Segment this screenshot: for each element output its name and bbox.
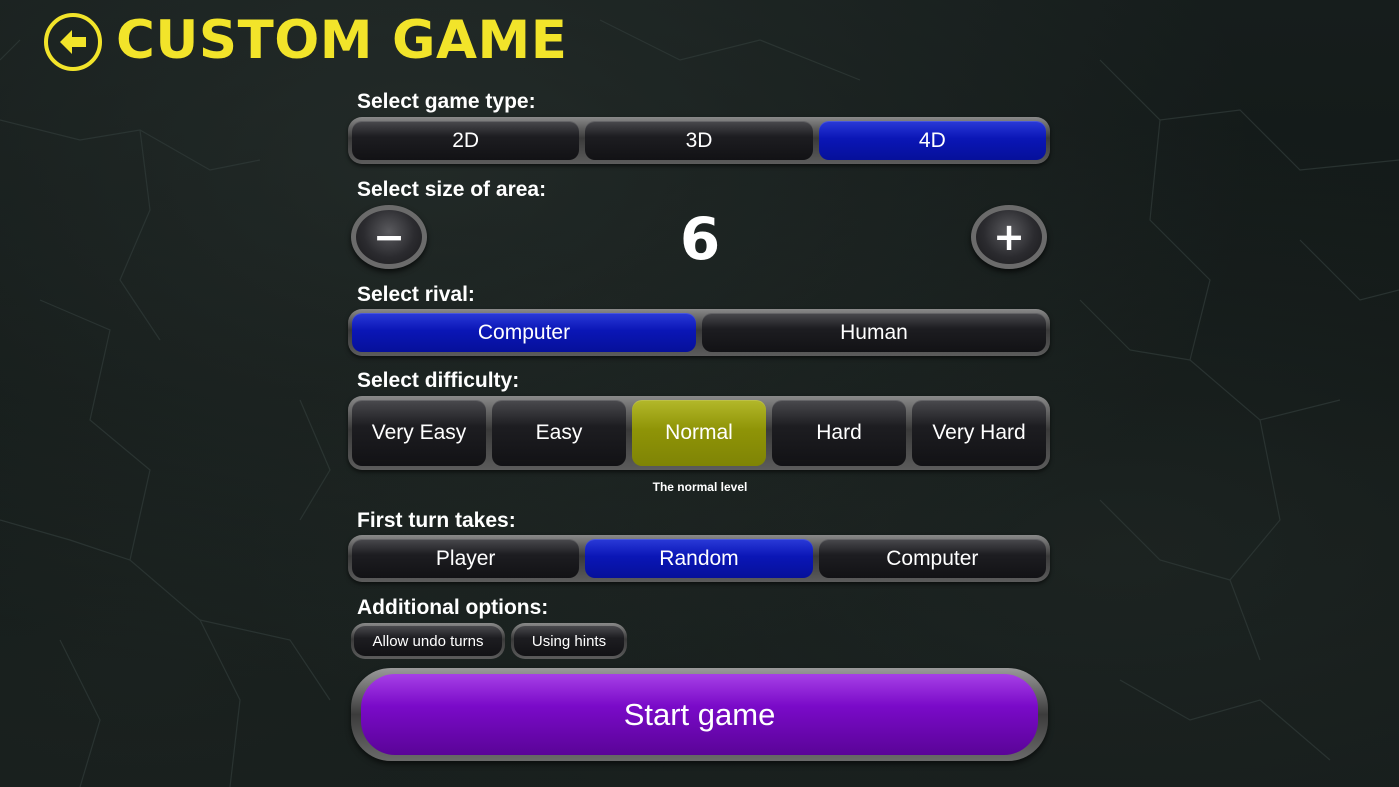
difficulty-hard-button[interactable]: Hard xyxy=(772,400,906,466)
first-turn-label: First turn takes: xyxy=(357,509,516,532)
difficulty-selector: Very Easy Easy Normal Hard Very Hard xyxy=(348,396,1050,470)
decrease-size-button[interactable]: − xyxy=(351,205,427,269)
plus-icon: + xyxy=(993,215,1025,259)
game-type-3d-button[interactable]: 3D xyxy=(585,121,813,160)
start-game-button[interactable]: Start game xyxy=(361,674,1038,755)
using-hints-label: Using hints xyxy=(514,626,624,656)
rival-computer-button[interactable]: Computer xyxy=(352,313,696,352)
allow-undo-label: Allow undo turns xyxy=(354,626,502,656)
game-type-4d-button[interactable]: 4D xyxy=(818,121,1046,160)
difficulty-normal-button[interactable]: Normal xyxy=(632,400,766,466)
area-size-label: Select size of area: xyxy=(357,178,547,201)
minus-icon: − xyxy=(373,215,405,259)
game-type-selector: 2D 3D 4D xyxy=(348,117,1050,164)
difficulty-very-hard-button[interactable]: Very Hard xyxy=(912,400,1046,466)
difficulty-hint: The normal level xyxy=(652,480,748,494)
game-type-2d-button[interactable]: 2D xyxy=(352,121,580,160)
difficulty-label: Select difficulty: xyxy=(357,369,520,392)
difficulty-easy-button[interactable]: Easy xyxy=(492,400,626,466)
first-turn-player-button[interactable]: Player xyxy=(352,539,580,578)
rival-label: Select rival: xyxy=(357,283,475,306)
first-turn-random-button[interactable]: Random xyxy=(585,539,813,578)
game-type-label: Select game type: xyxy=(357,90,536,113)
using-hints-toggle[interactable]: Using hints xyxy=(511,623,627,659)
allow-undo-toggle[interactable]: Allow undo turns xyxy=(351,623,505,659)
area-size-value: 6 xyxy=(679,205,721,273)
back-button[interactable] xyxy=(44,13,102,71)
rival-human-button[interactable]: Human xyxy=(702,313,1046,352)
increase-size-button[interactable]: + xyxy=(971,205,1047,269)
first-turn-selector: Player Random Computer xyxy=(348,535,1050,582)
rival-selector: Computer Human xyxy=(348,309,1050,356)
page-title: CUSTOM GAME xyxy=(116,10,568,71)
arrow-left-icon xyxy=(60,30,86,54)
start-game-frame: Start game xyxy=(351,668,1048,761)
additional-options-label: Additional options: xyxy=(357,596,549,619)
difficulty-very-easy-button[interactable]: Very Easy xyxy=(352,400,486,466)
first-turn-computer-button[interactable]: Computer xyxy=(818,539,1046,578)
